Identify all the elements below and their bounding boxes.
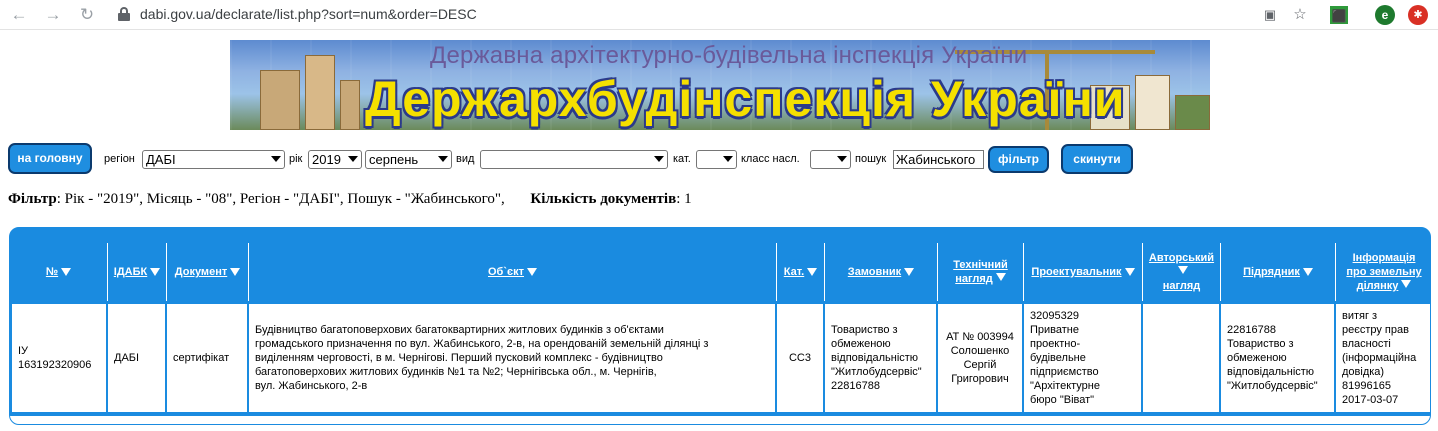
category-select[interactable] [696,150,737,169]
column-header-customer[interactable]: Замовник [825,243,938,301]
cell-number: ІУ 163192320906 [12,304,106,412]
column-header-number[interactable]: № [10,243,108,301]
column-header-designer[interactable]: Проектувальник [1024,243,1143,301]
sort-desc-icon [150,268,161,276]
extension-icon[interactable]: ⬛ [1330,6,1348,24]
sort-desc-icon [1401,280,1412,288]
profile-avatar[interactable]: e [1375,5,1395,25]
chevron-down-icon [438,156,448,162]
browser-toolbar: ← → ↻ dabi.gov.ua/declarate/list.php?sor… [0,0,1438,30]
chevron-down-icon [837,156,847,162]
bookmark-star-icon[interactable]: ☆ [1290,5,1310,25]
declarations-table: № ІДАБК Документ Об`єкт Кат. Замовник Те… [9,227,1431,425]
sort-link-author-supervision-2[interactable]: нагляд [1163,279,1200,293]
address-bar[interactable]: dabi.gov.ua/declarate/list.php?sort=num&… [108,2,1318,26]
column-header-category[interactable]: Кат. [777,243,825,301]
url-text: dabi.gov.ua/declarate/list.php?sort=num&… [140,6,477,22]
sort-link-customer[interactable]: Замовник [848,265,901,279]
sort-desc-icon [995,273,1006,281]
home-button[interactable]: на головну [8,143,92,174]
cell-customer: Товариство з обмеженою відповідальністю … [825,304,936,412]
document-count-label: Кількість документів [530,191,677,207]
cell-object: Будівництво багатоповерхових багатокварт… [249,304,775,412]
consequence-class-label: класс насл. [741,153,800,165]
column-header-tech-supervision[interactable]: Технічний нагляд [938,243,1024,301]
cell-designer: 32095329 Приватне проектно- будівельне п… [1024,304,1141,412]
sort-link-contractor[interactable]: Підрядник [1243,265,1300,279]
table-footer [10,415,1430,424]
banner-title: Держархбудінспекція України [365,71,1126,127]
column-header-land-info[interactable]: Інформація про земельну ділянку [1336,243,1430,301]
cell-author-supervision [1143,304,1219,412]
column-header-author-supervision[interactable]: Авторський нагляд [1143,243,1221,301]
sort-desc-icon [904,268,915,276]
type-label: вид [456,153,475,165]
sort-desc-icon [1302,268,1313,276]
sort-link-tech-supervision[interactable]: Технічний [953,258,1008,272]
filter-summary-label: Фільтр [8,191,57,207]
filter-summary-text: : Рік - "2019", Місяць - "08", Регіон - … [56,191,505,207]
chevron-down-icon [348,156,358,162]
sort-desc-icon [230,268,241,276]
search-label: пошук [855,153,887,165]
sort-link-number[interactable]: № [46,265,58,279]
cell-document: сертифікат [167,304,247,412]
sort-desc-icon [807,268,818,276]
cell-idabk: ДАБІ [108,304,165,412]
forward-arrow-icon[interactable]: → [42,4,64,26]
chevron-down-icon [271,156,281,162]
sort-desc-icon [1178,266,1188,274]
sort-link-idabk[interactable]: ІДАБК [114,265,147,279]
sort-link-category[interactable]: Кат. [784,265,804,279]
cell-tech-supervision: АТ № 003994 Солошенко Сергій Григорович [938,304,1022,412]
search-input[interactable]: Жабинського [893,150,984,169]
site-banner: Державна архітектурно-будівельна інспекц… [230,40,1210,130]
reload-icon[interactable]: ↻ [76,4,98,26]
sort-link-land-info-2[interactable]: про земельну [1346,265,1421,279]
column-header-idabk[interactable]: ІДАБК [108,243,167,301]
region-label: регіон [104,153,135,165]
banner-subtitle: Державна архітектурно-будівельна інспекц… [430,42,1028,69]
update-alert-icon[interactable]: ✱ [1408,5,1428,25]
reset-button[interactable]: скинути [1061,144,1133,174]
cell-category: СС3 [777,304,823,412]
column-header-contractor[interactable]: Підрядник [1221,243,1336,301]
sort-link-tech-supervision-2[interactable]: нагляд [955,273,992,285]
document-count-value: : 1 [676,191,692,207]
category-label: кат. [673,153,691,165]
cell-land-info: витяг з реєстру прав власності (інформац… [1336,304,1430,412]
sort-link-land-info-3[interactable]: ділянку [1357,280,1399,292]
column-header-object[interactable]: Об`єкт [249,243,777,301]
consequence-class-select[interactable] [810,150,851,169]
sort-link-author-supervision[interactable]: Авторський [1149,252,1214,264]
region-select[interactable]: ДАБІ [142,150,285,169]
lock-icon [118,7,130,21]
sort-link-land-info[interactable]: Інформація [1353,251,1416,265]
cell-contractor: 22816788 Товариство з обмеженою відповід… [1221,304,1334,412]
sort-link-document[interactable]: Документ [175,265,227,279]
type-select[interactable] [480,150,668,169]
table-row: ІУ 163192320906 ДАБІ сертифікат Будівницт… [10,302,1430,414]
sort-desc-icon [1124,268,1135,276]
filter-summary: Фільтр: Рік - "2019", Місяць - "08", Рег… [8,191,692,208]
month-select[interactable]: серпень [365,150,452,169]
sort-link-object[interactable]: Об`єкт [488,265,524,279]
sort-link-designer[interactable]: Проектувальник [1031,265,1121,279]
sort-desc-icon [526,268,537,276]
translate-icon[interactable]: ▣ [1260,5,1280,25]
chevron-down-icon [654,156,664,162]
year-label: рік [289,153,303,165]
back-arrow-icon[interactable]: ← [8,4,30,26]
filter-button[interactable]: фільтр [988,146,1049,173]
column-header-document[interactable]: Документ [167,243,249,301]
year-select[interactable]: 2019 [308,150,362,169]
chevron-down-icon [723,156,733,162]
sort-desc-icon [61,268,72,276]
